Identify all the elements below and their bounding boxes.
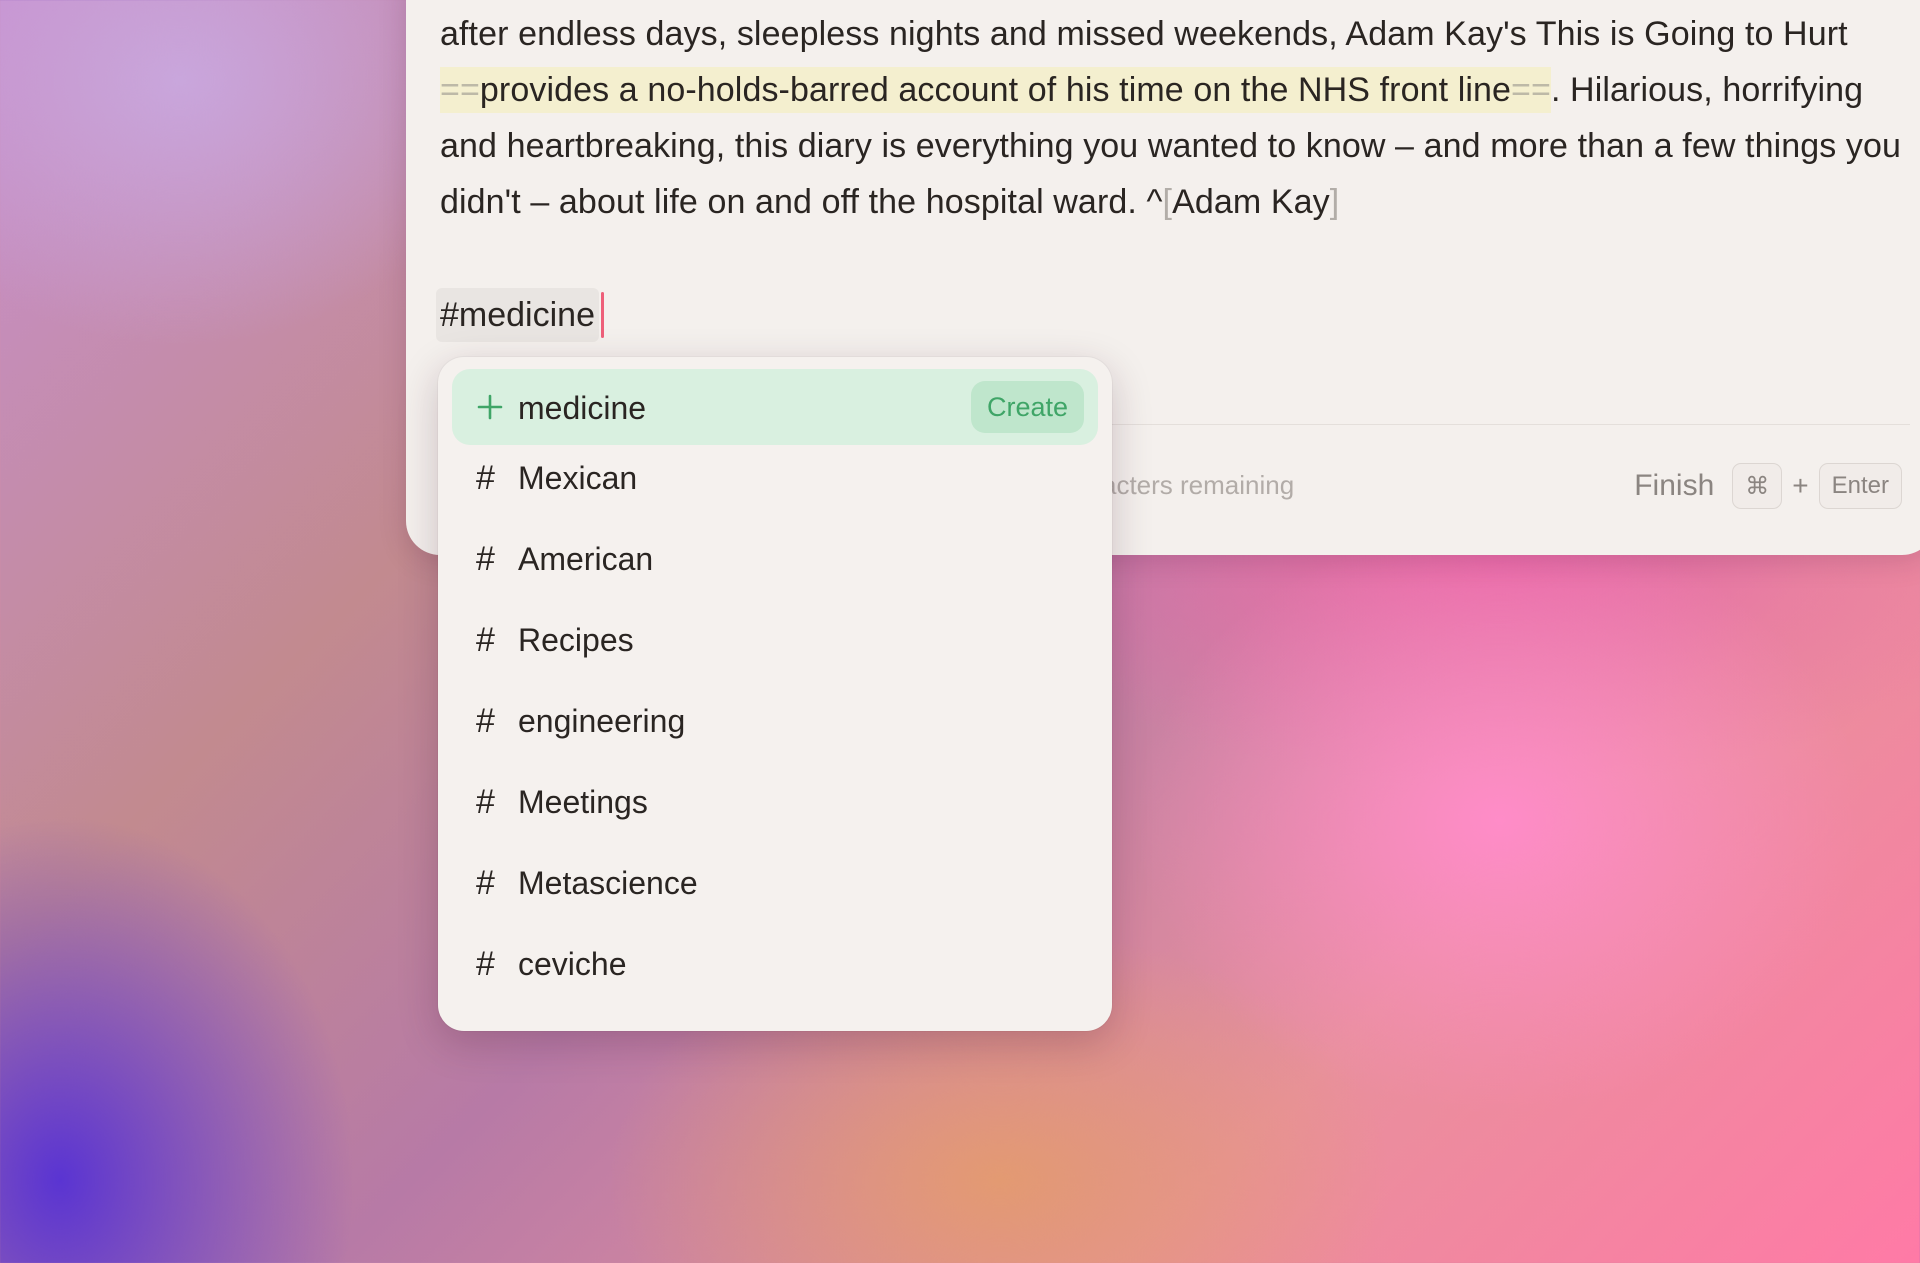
finish-shortcut[interactable]: Finish ⌘ + Enter — [1634, 463, 1902, 509]
plus-icon — [477, 394, 503, 420]
create-button[interactable]: Create — [970, 381, 1084, 433]
tag-option-label: engineering — [518, 703, 686, 739]
tag-option-american[interactable]: # American — [452, 524, 1098, 594]
hash-icon: # — [476, 945, 495, 983]
text-caret — [600, 292, 604, 338]
highlight-marker-close: == — [1511, 71, 1551, 109]
tag-option-label: Meetings — [518, 784, 648, 820]
note-body[interactable]: after endless days, sleepless nights and… — [440, 6, 1910, 230]
hash-icon: # — [476, 540, 495, 578]
citation-bracket-close: ] — [1329, 183, 1340, 221]
finish-button[interactable]: Finish — [1634, 469, 1714, 503]
tag-option-ceviche[interactable]: # ceviche — [452, 929, 1098, 999]
shortcut-plus: + — [1792, 470, 1809, 501]
citation-bracket-open: [ — [1162, 183, 1173, 221]
tag-suggestion-menu: medicine Create # Mexican # American # R… — [438, 357, 1112, 1031]
command-key-icon: ⌘ — [1732, 463, 1783, 509]
create-tag-option[interactable]: medicine Create — [452, 369, 1098, 445]
citation-author: Adam Kay — [1172, 183, 1330, 221]
footer-divider — [1112, 424, 1910, 425]
tag-option-label: ceviche — [518, 946, 627, 982]
note-text: after endless days, sleepless nights and… — [440, 15, 1848, 53]
tag-option-metascience[interactable]: # Metascience — [452, 848, 1098, 918]
tag-option-label: Recipes — [518, 622, 634, 658]
hash-icon: # — [476, 783, 495, 821]
tag-option-mexican[interactable]: # Mexican — [452, 443, 1098, 513]
tag-option-engineering[interactable]: # engineering — [452, 686, 1098, 756]
hash-icon: # — [476, 621, 495, 659]
hash-icon: # — [476, 459, 495, 497]
highlight-content: provides a no-holds-barred account of hi… — [479, 71, 1512, 109]
tag-option-label: American — [518, 541, 654, 577]
tag-input-text[interactable]: #medicine — [436, 288, 599, 342]
tag-input-line[interactable]: #medicine — [436, 288, 604, 342]
create-tag-label: medicine — [518, 390, 647, 426]
tag-option-meetings[interactable]: # Meetings — [452, 767, 1098, 837]
enter-key: Enter — [1818, 463, 1902, 509]
tag-option-label: Metascience — [518, 865, 698, 901]
highlight-marker-open: == — [440, 71, 480, 109]
tag-option-recipes[interactable]: # Recipes — [452, 605, 1098, 675]
hash-icon: # — [476, 864, 495, 902]
hash-icon: # — [476, 702, 495, 740]
tag-option-label: Mexican — [518, 460, 638, 496]
characters-remaining: acters remaining — [1102, 470, 1295, 500]
highlighted-text: ==provides a no-holds-barred account of … — [440, 67, 1551, 113]
